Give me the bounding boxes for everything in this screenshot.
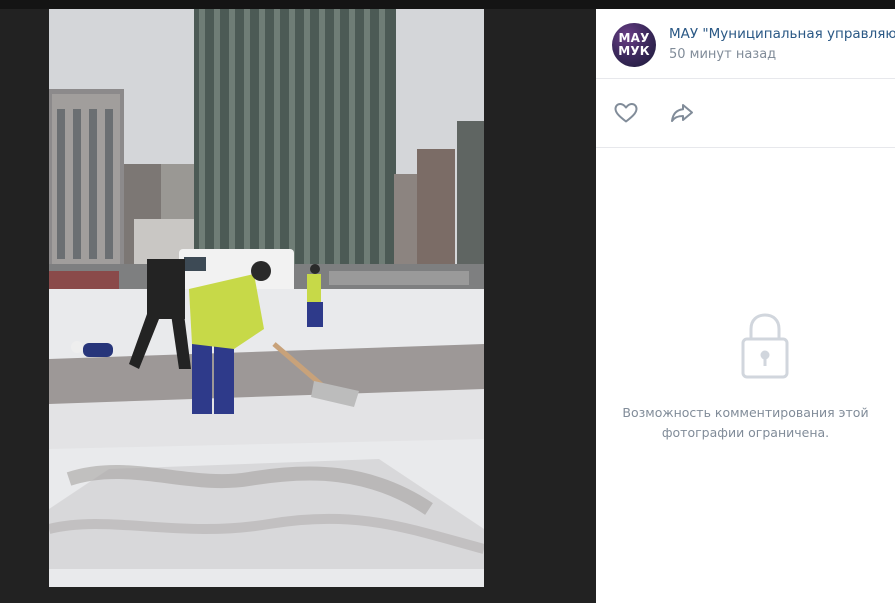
avatar[interactable]: МАУ МУК (612, 23, 656, 67)
photo-image (49, 9, 484, 587)
comments-restricted-text: Возможность комментирования этой фотогра… (596, 403, 895, 443)
action-bar (596, 79, 895, 148)
heart-icon (614, 103, 638, 123)
restricted-line1: Возможность комментирования этой (622, 405, 869, 420)
top-strip (0, 0, 895, 9)
lock-icon (741, 313, 789, 379)
restricted-line2: фотографии ограничена. (661, 425, 830, 440)
post-time[interactable]: 50 минут назад (669, 47, 776, 62)
photo[interactable] (49, 9, 484, 587)
photo-viewer (0, 9, 596, 603)
post-header: МАУ МУК МАУ "Муниципальная управляющая к… (596, 9, 895, 79)
author-name-link[interactable]: МАУ "Муниципальная управляющая компания" (669, 26, 895, 42)
share-arrow-icon (671, 104, 693, 122)
side-panel: МАУ МУК МАУ "Муниципальная управляющая к… (596, 9, 895, 603)
avatar-line2: МУК (618, 44, 650, 58)
share-button[interactable] (668, 99, 696, 127)
like-button[interactable] (612, 99, 640, 127)
